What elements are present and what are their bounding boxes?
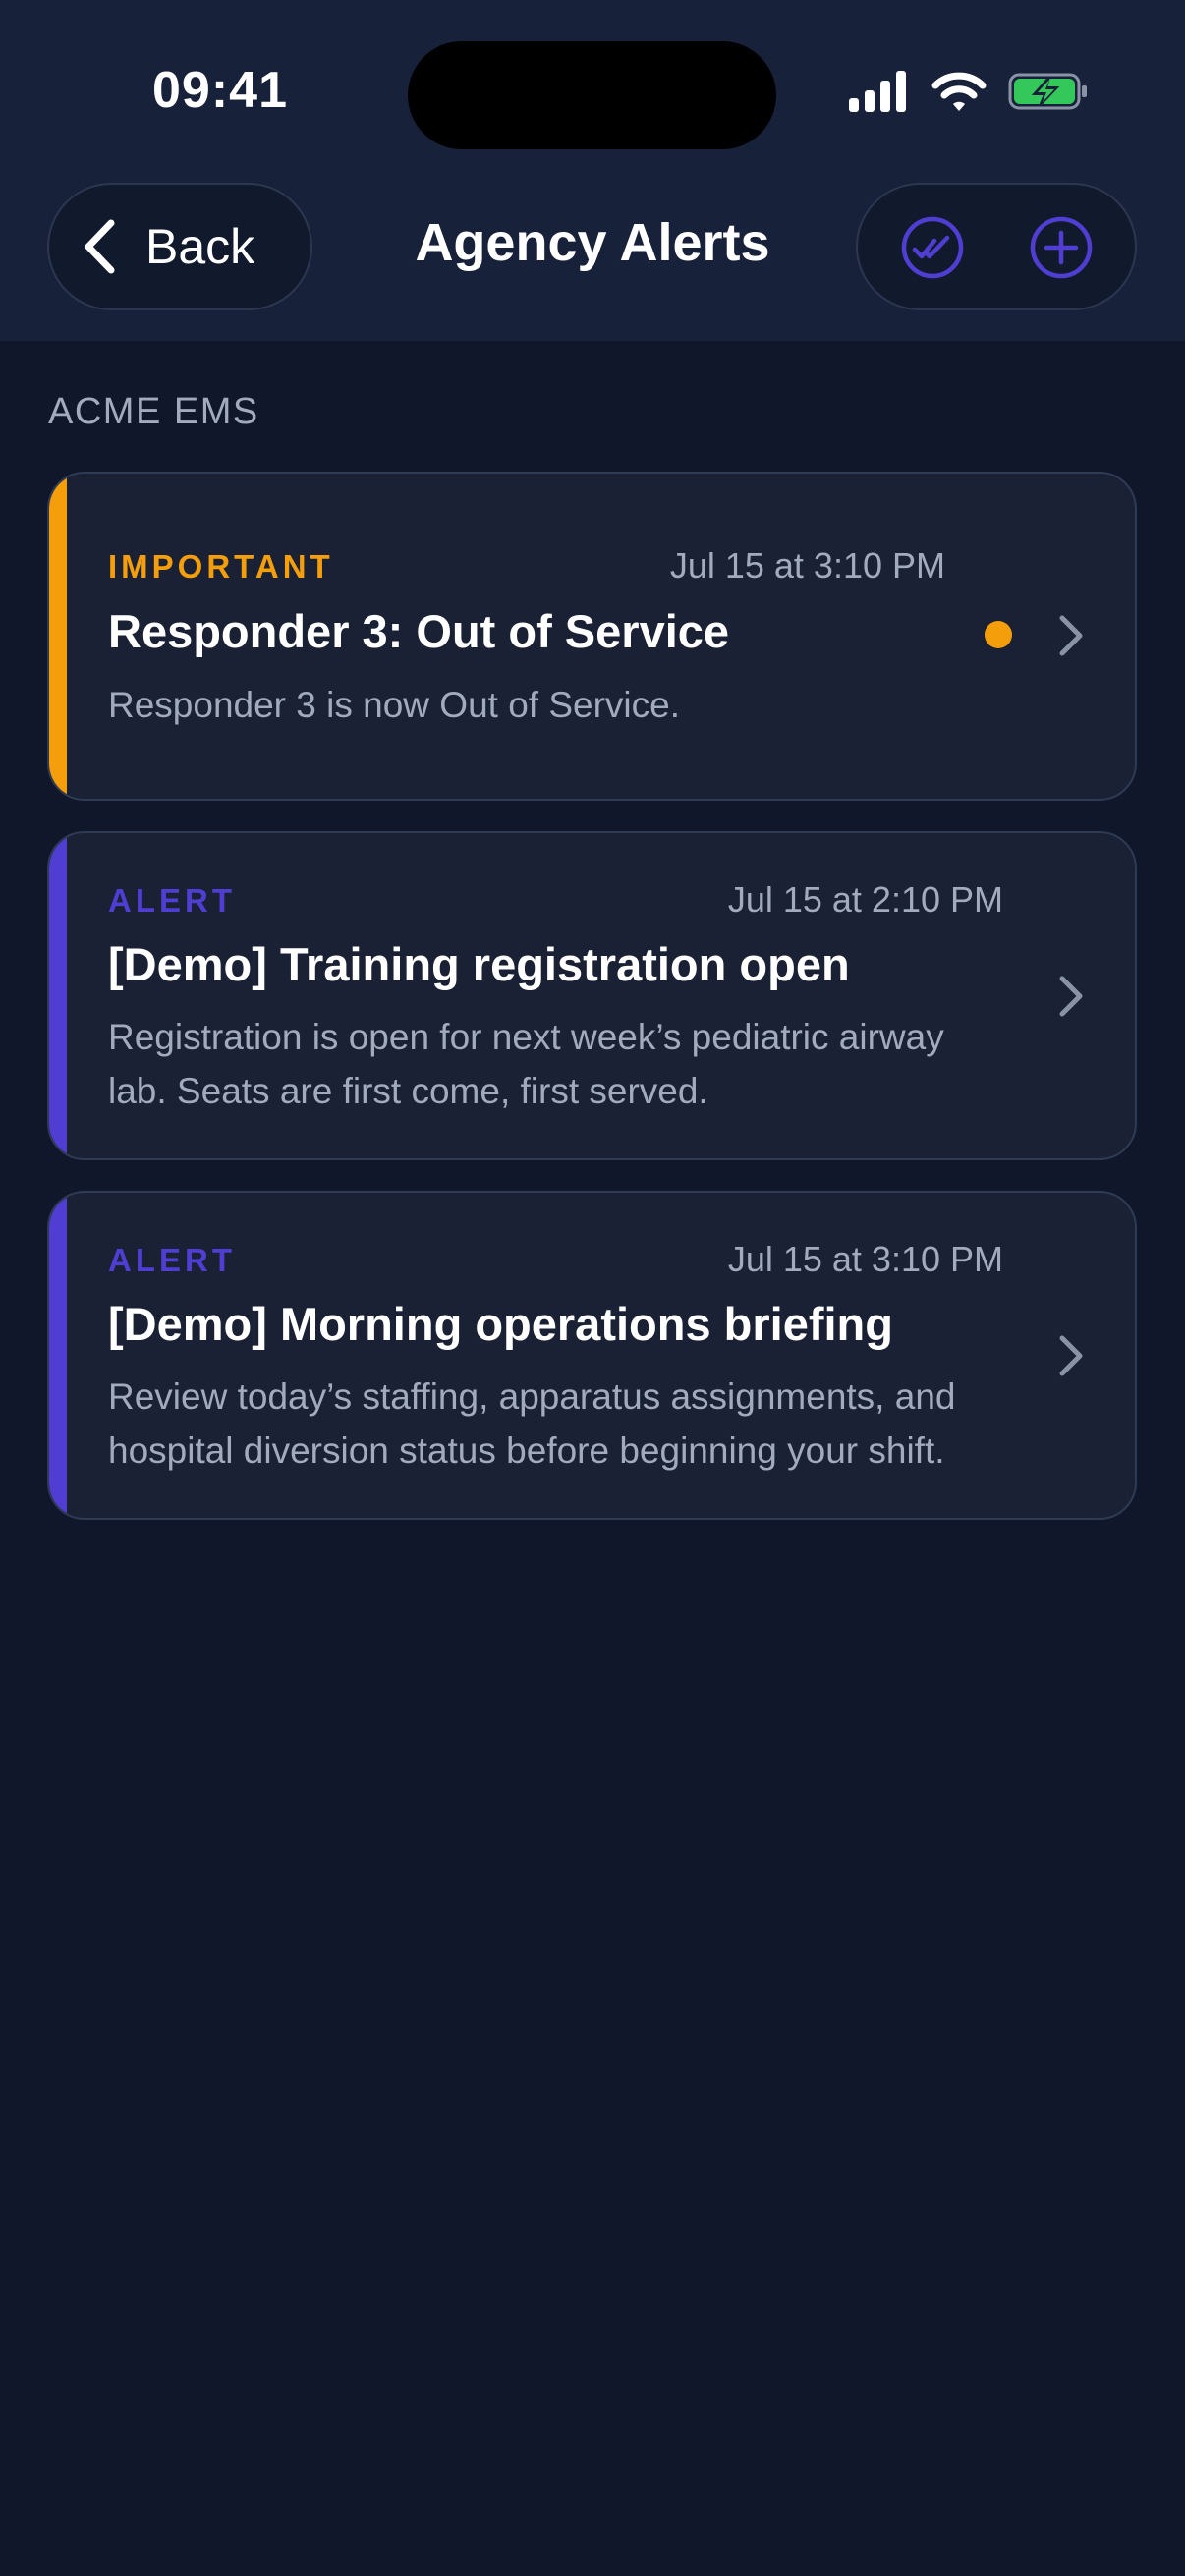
status-time: 09:41	[152, 62, 288, 119]
priority-bar	[49, 474, 67, 799]
alert-card[interactable]: IMPORTANT Jul 15 at 3:10 PM Responder 3:…	[47, 472, 1137, 801]
screen: 09:41 Back Agency Alerts ACME EMS IMPORT…	[0, 0, 1185, 2576]
cellular-signal-icon	[849, 71, 906, 112]
alert-level: IMPORTANT	[108, 548, 334, 585]
chevron-right-icon	[1059, 976, 1083, 1017]
battery-charging-icon	[1008, 73, 1087, 110]
add-icon[interactable]	[1029, 215, 1094, 280]
nav-actions	[856, 183, 1137, 310]
alert-level: ALERT	[108, 882, 236, 919]
alert-time: Jul 15 at 3:10 PM	[669, 545, 945, 586]
wifi-icon	[931, 72, 987, 111]
alert-card[interactable]: ALERT Jul 15 at 2:10 PM [Demo] Training …	[47, 831, 1137, 1160]
alert-time: Jul 15 at 3:10 PM	[727, 1239, 1003, 1279]
priority-bar	[49, 1193, 67, 1518]
alert-body: Review today’s staffing, apparatus assig…	[108, 1376, 956, 1471]
alert-title: [Demo] Morning operations briefing	[108, 1298, 893, 1350]
alert-level: ALERT	[108, 1242, 236, 1278]
alert-time: Jul 15 at 2:10 PM	[727, 879, 1003, 920]
alert-title: Responder 3: Out of Service	[108, 605, 730, 657]
top-bar: 09:41 Back Agency Alerts	[0, 0, 1185, 341]
status-icons	[849, 71, 1089, 112]
alert-body: Registration is open for next week’s ped…	[108, 1017, 944, 1111]
alert-body: Responder 3 is now Out of Service.	[108, 685, 681, 725]
section-header: ACME EMS	[48, 391, 259, 432]
alert-card[interactable]: ALERT Jul 15 at 3:10 PM [Demo] Morning o…	[47, 1191, 1137, 1520]
unread-indicator	[985, 621, 1012, 648]
mark-all-read-icon[interactable]	[900, 215, 965, 280]
chevron-right-icon	[1059, 1335, 1083, 1376]
alert-title: [Demo] Training registration open	[108, 938, 850, 990]
dynamic-island	[408, 41, 776, 149]
priority-bar	[49, 833, 67, 1158]
chevron-right-icon	[1059, 615, 1083, 656]
